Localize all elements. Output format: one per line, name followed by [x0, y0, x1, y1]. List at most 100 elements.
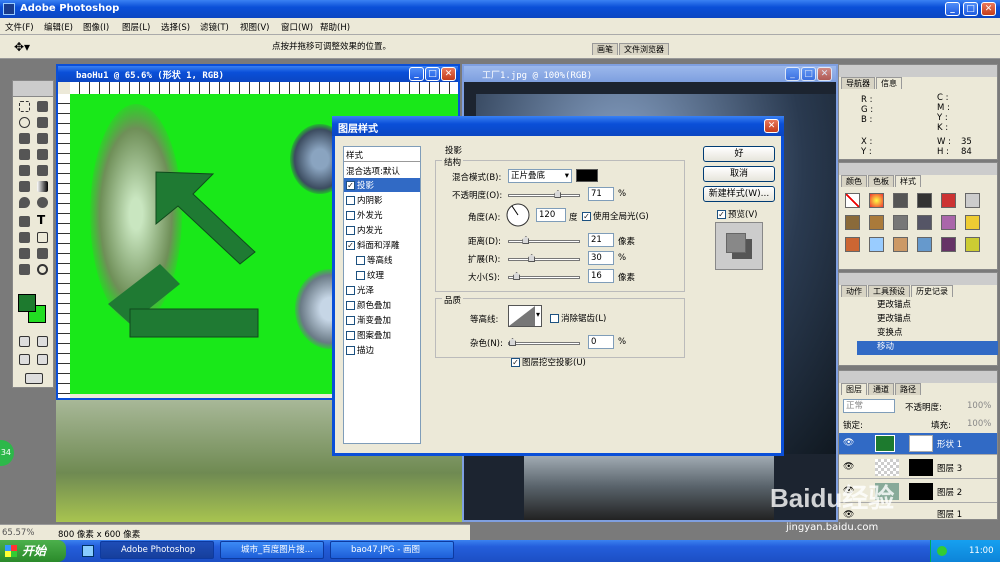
style-swatch[interactable] — [845, 215, 860, 230]
spread-input[interactable]: 30 — [588, 251, 614, 265]
blur-tool-icon[interactable] — [19, 197, 30, 208]
style-swatch[interactable] — [869, 237, 884, 252]
styles-header[interactable]: 样式 — [344, 147, 420, 162]
opacity-input[interactable]: 71 — [588, 187, 614, 201]
minimize-button[interactable]: _ — [945, 2, 960, 16]
gradient-tool-icon[interactable] — [37, 181, 48, 192]
style-swatch[interactable] — [941, 193, 956, 208]
menu-view[interactable]: 视图(V) — [240, 21, 269, 33]
move-tool-icon[interactable]: ✥▾ — [14, 40, 30, 54]
notes-tool-icon[interactable] — [19, 248, 30, 259]
style-swatch[interactable] — [845, 237, 860, 252]
move-tool-icon-2[interactable] — [37, 101, 48, 112]
marquee-tool-icon[interactable] — [19, 101, 30, 112]
history-item-selected[interactable]: 移动 — [857, 341, 998, 355]
hand-tool-icon[interactable] — [19, 264, 30, 275]
tab-info[interactable]: 信息 — [876, 77, 902, 89]
doc1-maximize-button[interactable]: □ — [425, 67, 440, 81]
style-satin[interactable]: 光泽 — [344, 283, 376, 297]
style-swatch[interactable] — [893, 237, 908, 252]
tab-navigator[interactable]: 导航器 — [841, 77, 875, 89]
tab-file-browser[interactable]: 文件浏览器 — [619, 43, 669, 55]
cancel-button[interactable]: 取消 — [703, 166, 775, 182]
size-slider[interactable] — [508, 272, 580, 280]
style-stroke[interactable]: 描边 — [344, 343, 376, 357]
style-swatch[interactable] — [869, 193, 884, 208]
close-button[interactable]: ✕ — [981, 2, 996, 16]
menu-layer[interactable]: 图层(L) — [122, 21, 150, 33]
noise-slider-thumb[interactable] — [509, 338, 516, 346]
eye-icon[interactable]: 👁 — [843, 462, 854, 472]
noise-input[interactable]: 0 — [588, 335, 614, 349]
tab-channels[interactable]: 通道 — [868, 383, 894, 395]
doc1-zoom[interactable]: 65.57% — [2, 528, 34, 538]
layer-row[interactable]: 👁 图层 3 — [839, 457, 997, 479]
menu-image[interactable]: 图像(I) — [83, 21, 109, 33]
fullscreen-mode-icon[interactable] — [37, 354, 48, 365]
tab-actions[interactable]: 动作 — [841, 285, 867, 297]
menu-file[interactable]: 文件(F) — [5, 21, 34, 33]
foreground-color[interactable] — [18, 294, 36, 312]
style-swatch[interactable] — [941, 215, 956, 230]
style-inner-shadow[interactable]: 内阴影 — [344, 193, 385, 207]
style-swatch[interactable] — [845, 193, 860, 208]
layer-row-selected[interactable]: 👁 形状 1 — [839, 433, 997, 455]
taskbar-item-photoshop[interactable]: Adobe Photoshop — [100, 541, 214, 559]
taskbar-item-browser[interactable]: 城市_百度图片搜... — [220, 541, 324, 559]
crop-tool-icon[interactable] — [19, 133, 30, 144]
layer-fill-value[interactable]: 100% — [967, 419, 991, 429]
spread-slider[interactable] — [508, 254, 580, 262]
pen-tool-icon[interactable] — [19, 232, 30, 243]
history-brush-icon[interactable] — [37, 165, 48, 176]
start-button[interactable]: 开始 — [0, 540, 66, 562]
distance-slider-thumb[interactable] — [522, 236, 530, 244]
doc2-minimize-button[interactable]: _ — [785, 67, 800, 81]
tab-color[interactable]: 颜色 — [841, 175, 867, 187]
doc1-minimize-button[interactable]: _ — [409, 67, 424, 81]
style-swatch[interactable] — [893, 193, 908, 208]
antialias-checkbox[interactable]: 消除锯齿(L) — [550, 312, 606, 324]
tab-layers[interactable]: 图层 — [841, 383, 867, 395]
stamp-tool-icon[interactable] — [19, 165, 30, 176]
taskbar-item-paint[interactable]: bao47.JPG - 画图 — [330, 541, 454, 559]
distance-input[interactable]: 21 — [588, 233, 614, 247]
lasso-tool-icon[interactable] — [19, 117, 30, 128]
style-swatch[interactable] — [965, 215, 980, 230]
style-texture[interactable]: 纹理 — [354, 268, 386, 282]
ok-button[interactable]: 好 — [703, 146, 775, 162]
knockout-checkbox[interactable]: ✓ 图层挖空投影(U) — [511, 356, 586, 368]
tab-tool-presets[interactable]: 工具预设 — [868, 285, 910, 297]
dialog-close-button[interactable]: ✕ — [764, 119, 779, 133]
slice-tool-icon[interactable] — [37, 133, 48, 144]
style-bevel-emboss[interactable]: ✓ 斜面和浮雕 — [344, 238, 402, 252]
new-style-button[interactable]: 新建样式(W)... — [703, 186, 775, 202]
style-outer-glow[interactable]: 外发光 — [344, 208, 385, 222]
eye-icon[interactable]: 👁 — [843, 438, 854, 448]
history-item[interactable]: 变换点 — [857, 327, 998, 341]
doc1-close-button[interactable]: ✕ — [441, 67, 456, 81]
history-item[interactable]: 更改锚点 — [857, 313, 998, 327]
path-select-icon[interactable] — [19, 216, 30, 227]
brush-tool-icon[interactable] — [37, 149, 48, 160]
type-tool-icon[interactable]: T — [37, 213, 45, 227]
menu-filter[interactable]: 滤镜(T) — [200, 21, 229, 33]
size-input[interactable]: 16 — [588, 269, 614, 283]
eyedropper-icon[interactable] — [37, 248, 48, 259]
doc2-close-button[interactable]: ✕ — [817, 67, 832, 81]
zoom-tool-icon[interactable] — [37, 264, 48, 275]
style-swatch[interactable] — [965, 193, 980, 208]
maximize-button[interactable]: □ — [963, 2, 978, 16]
style-swatch[interactable] — [917, 215, 932, 230]
noise-slider[interactable] — [508, 338, 580, 346]
opacity-slider[interactable] — [508, 190, 580, 198]
contour-picker[interactable]: ▾ — [508, 305, 542, 327]
tab-swatches[interactable]: 色板 — [868, 175, 894, 187]
style-swatch[interactable] — [941, 237, 956, 252]
tab-history[interactable]: 历史记录 — [911, 285, 953, 297]
shape-tool-icon[interactable] — [37, 232, 48, 243]
screen-mode-icon[interactable] — [19, 354, 30, 365]
menu-help[interactable]: 帮助(H) — [320, 21, 350, 33]
blend-mode-select[interactable]: 正片叠底 ▾ — [508, 169, 572, 183]
menu-edit[interactable]: 编辑(E) — [44, 21, 73, 33]
tab-brushes[interactable]: 画笔 — [592, 43, 618, 55]
